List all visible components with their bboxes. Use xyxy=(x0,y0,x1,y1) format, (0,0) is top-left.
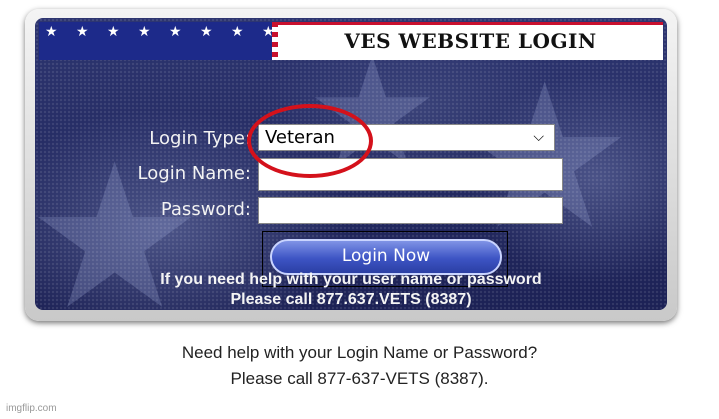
panel-help-line-1: If you need help with your user name or … xyxy=(160,271,542,288)
footer-help-line-1: Need help with your Login Name or Passwo… xyxy=(181,343,538,362)
watermark: imgflip.com xyxy=(6,403,57,414)
login-panel: ★ ★ ★ ★ ★ ★ ★ ★ ★ ★ ★ ★ ★ ★ ★ ★ ★ ★ ★ VE… xyxy=(35,18,667,310)
password-label: Password: xyxy=(160,199,251,220)
stars-icon: ★ ★ ★ ★ ★ ★ ★ ★ ★ ★ ★ ★ ★ ★ ★ ★ xyxy=(39,22,272,60)
banner-title: VES WEBSITE LOGIN xyxy=(278,25,663,57)
panel-help-line-2: Please call 877.637.VETS (8387) xyxy=(230,291,472,308)
banner: ★ ★ ★ ★ ★ ★ ★ ★ ★ ★ ★ ★ ★ ★ ★ ★ VES WEBS… xyxy=(39,22,663,60)
annotation-circle xyxy=(247,104,373,178)
login-type-label: Login Type: xyxy=(149,128,251,149)
chevron-down-icon: ⌵ xyxy=(533,129,544,145)
login-name-label: Login Name: xyxy=(137,163,251,184)
footer-help-line-2: Please call 877-637-VETS (8387). xyxy=(230,369,489,388)
login-frame: ★ ★ ★ ★ ★ ★ ★ ★ ★ ★ ★ ★ ★ ★ ★ ★ ★ ★ ★ VE… xyxy=(25,9,677,321)
password-input[interactable] xyxy=(258,197,563,224)
login-now-button[interactable]: Login Now xyxy=(270,239,502,275)
